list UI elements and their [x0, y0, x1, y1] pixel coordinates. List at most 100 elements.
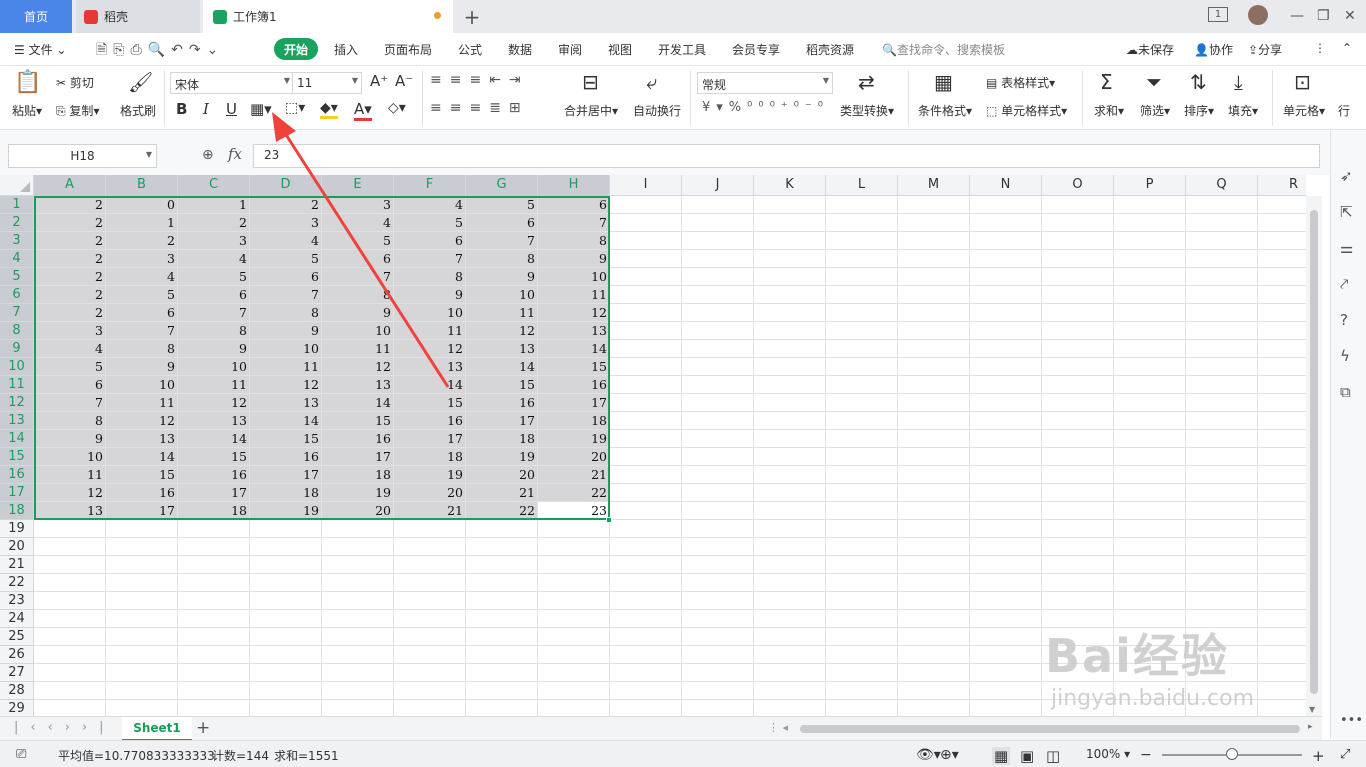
transform-icon[interactable]: ⤤	[1340, 275, 1358, 293]
normal-view-icon[interactable]: ▦	[992, 747, 1011, 765]
cell-b2[interactable]: 1	[106, 214, 178, 232]
cell-d12[interactable]: 13	[250, 394, 322, 412]
cell-c15[interactable]: 15	[178, 448, 250, 466]
language-icon[interactable]: ⊕▾	[940, 747, 959, 763]
cell-d8[interactable]: 9	[250, 322, 322, 340]
tab-view[interactable]: 视图	[608, 41, 632, 58]
cell-f1[interactable]: 4	[394, 196, 466, 214]
cell-a1[interactable]: 2	[34, 196, 106, 214]
row-header-17[interactable]: 17	[0, 484, 34, 502]
row-header-25[interactable]: 25	[0, 628, 34, 646]
column-header-b[interactable]: B	[106, 175, 178, 196]
font-color-icon[interactable]: A▾	[354, 100, 372, 121]
cell-c14[interactable]: 14	[178, 430, 250, 448]
cell-b5[interactable]: 4	[106, 268, 178, 286]
cell-d17[interactable]: 18	[250, 484, 322, 502]
cell-f3[interactable]: 6	[394, 232, 466, 250]
fill-color-icon[interactable]: ◆▾	[320, 100, 338, 119]
cell-a12[interactable]: 7	[34, 394, 106, 412]
cell-f17[interactable]: 20	[394, 484, 466, 502]
vertical-scrollbar[interactable]: ▼	[1306, 196, 1322, 716]
cell-a13[interactable]: 8	[34, 412, 106, 430]
cell-h9[interactable]: 14	[538, 340, 610, 358]
cell-e14[interactable]: 16	[322, 430, 394, 448]
column-header-i[interactable]: I	[610, 175, 682, 196]
backup-icon[interactable]: ⧉	[1340, 383, 1358, 401]
cell-icon[interactable]: ⊡	[1294, 70, 1311, 94]
column-header-l[interactable]: L	[826, 175, 898, 196]
cell-g17[interactable]: 21	[466, 484, 538, 502]
help-icon[interactable]: ?	[1340, 311, 1358, 329]
cell-d13[interactable]: 14	[250, 412, 322, 430]
cell-d16[interactable]: 17	[250, 466, 322, 484]
cell-a7[interactable]: 2	[34, 304, 106, 322]
font-size-select[interactable]: 11 ▼	[292, 72, 362, 94]
cell-b10[interactable]: 9	[106, 358, 178, 376]
tab-workbook[interactable]: 工作簿1	[203, 0, 453, 33]
more-icon[interactable]: ⋮	[1314, 41, 1326, 55]
table-style-button[interactable]: ▤ 表格样式▾	[986, 74, 1055, 91]
cell-b11[interactable]: 10	[106, 376, 178, 394]
sliders-icon[interactable]: ⚌	[1340, 239, 1358, 257]
minimize-icon[interactable]: —	[1290, 8, 1304, 24]
row-header-1[interactable]: 1	[0, 196, 34, 214]
cell-e13[interactable]: 15	[322, 412, 394, 430]
cell-g10[interactable]: 14	[466, 358, 538, 376]
row-header-9[interactable]: 9	[0, 340, 34, 358]
underline-icon[interactable]: U	[226, 100, 237, 118]
cell-d3[interactable]: 4	[250, 232, 322, 250]
cell-b14[interactable]: 13	[106, 430, 178, 448]
cell-h18[interactable]: 23	[538, 502, 610, 520]
cell-h11[interactable]: 16	[538, 376, 610, 394]
cell-b8[interactable]: 7	[106, 322, 178, 340]
cell-g2[interactable]: 6	[466, 214, 538, 232]
new-tab-button[interactable]: +	[460, 0, 484, 33]
cell-a14[interactable]: 9	[34, 430, 106, 448]
avatar[interactable]	[1248, 5, 1268, 25]
row-header-6[interactable]: 6	[0, 286, 34, 304]
cell-h15[interactable]: 20	[538, 448, 610, 466]
cell-g16[interactable]: 20	[466, 466, 538, 484]
row-header-28[interactable]: 28	[0, 682, 34, 700]
rocket-icon[interactable]: ➶	[1340, 167, 1358, 185]
column-header-f[interactable]: F	[394, 175, 466, 196]
cell-d15[interactable]: 16	[250, 448, 322, 466]
cell-e5[interactable]: 7	[322, 268, 394, 286]
column-header-r[interactable]: R	[1258, 175, 1306, 196]
cell-c7[interactable]: 7	[178, 304, 250, 322]
cell-a15[interactable]: 10	[34, 448, 106, 466]
cell-h17[interactable]: 22	[538, 484, 610, 502]
number-format-icons[interactable]: ¥▾%⁰⁰⁰⁺⁰⁻⁰	[702, 100, 829, 115]
column-header-j[interactable]: J	[682, 175, 754, 196]
cell-e3[interactable]: 5	[322, 232, 394, 250]
cell-f15[interactable]: 18	[394, 448, 466, 466]
cell-a2[interactable]: 2	[34, 214, 106, 232]
cell-c8[interactable]: 8	[178, 322, 250, 340]
column-header-p[interactable]: P	[1114, 175, 1186, 196]
zoom-formula-icon[interactable]: ⊕	[202, 147, 214, 163]
cell-d2[interactable]: 3	[250, 214, 322, 232]
cell-c9[interactable]: 9	[178, 340, 250, 358]
horizontal-scroll-thumb[interactable]	[800, 725, 1300, 733]
cell-g9[interactable]: 13	[466, 340, 538, 358]
sort-button[interactable]: 排序▾	[1184, 102, 1214, 119]
collapse-ribbon-icon[interactable]: ⌃	[1342, 41, 1352, 55]
cell-d1[interactable]: 2	[250, 196, 322, 214]
fullscreen-icon[interactable]: ⤢	[1340, 747, 1350, 762]
chevron-down-icon[interactable]: ▼	[146, 150, 152, 159]
cell-f4[interactable]: 7	[394, 250, 466, 268]
cell-f8[interactable]: 11	[394, 322, 466, 340]
cell-a4[interactable]: 2	[34, 250, 106, 268]
cell-g15[interactable]: 19	[466, 448, 538, 466]
cell-a9[interactable]: 4	[34, 340, 106, 358]
pointer-icon[interactable]: ⇱	[1340, 203, 1358, 221]
row-header-29[interactable]: 29	[0, 700, 34, 716]
row-header-13[interactable]: 13	[0, 412, 34, 430]
cell-a3[interactable]: 2	[34, 232, 106, 250]
cell-a17[interactable]: 12	[34, 484, 106, 502]
close-icon[interactable]: ✕	[1344, 8, 1356, 24]
cell-style-button[interactable]: ⬚ 单元格样式▾	[986, 102, 1067, 119]
cell-g3[interactable]: 7	[466, 232, 538, 250]
cell-b1[interactable]: 0	[106, 196, 178, 214]
border-icon[interactable]: ▦▾	[250, 100, 272, 118]
